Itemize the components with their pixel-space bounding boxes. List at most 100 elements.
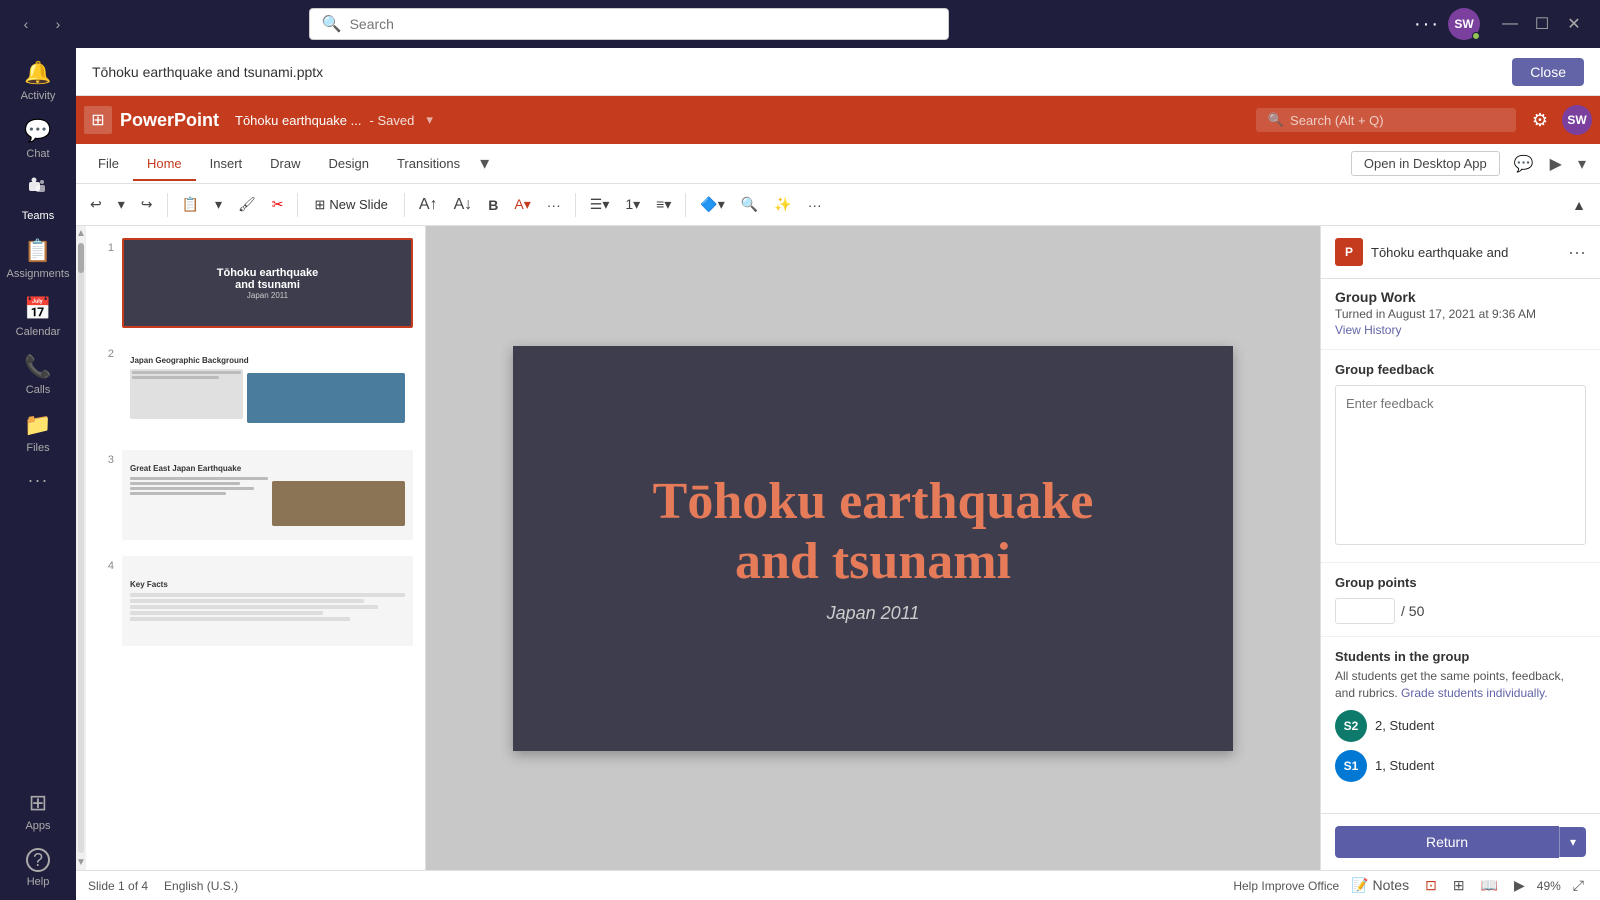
rp-grade-individually-link[interactable]: Grade students individually. <box>1401 686 1548 700</box>
maximize-button[interactable]: ☐ <box>1528 10 1556 38</box>
notes-icon: 📝 <box>1351 877 1368 893</box>
shape-fill-button[interactable]: 🔷▾ <box>694 192 730 217</box>
copy-button[interactable]: 📋 <box>176 192 205 217</box>
more-tabs-button[interactable]: ▾ <box>1572 150 1592 178</box>
global-search-input[interactable] <box>350 16 936 32</box>
slide-sorter-button[interactable]: ⊞ <box>1449 875 1469 896</box>
find-button[interactable]: 🔍 <box>735 192 764 217</box>
close-button[interactable]: Close <box>1512 58 1584 86</box>
sidebar-item-calendar[interactable]: 📅 Calendar <box>2 288 74 346</box>
ppt-saved-dropdown[interactable]: ▾ <box>426 112 433 128</box>
rp-points-input[interactable] <box>1335 598 1395 624</box>
sidebar-item-files[interactable]: 📁 Files <box>2 404 74 462</box>
bullets-button[interactable]: ☰▾ <box>584 192 616 217</box>
ppt-grid-button[interactable]: ⊞ <box>84 106 112 134</box>
more-options-button[interactable]: ··· <box>1414 13 1440 36</box>
close-window-button[interactable]: ✕ <box>1560 10 1588 38</box>
open-desktop-button[interactable]: Open in Desktop App <box>1351 151 1500 176</box>
student-avatar-s2: S2 <box>1335 710 1367 742</box>
sidebar-item-chat[interactable]: 💬 Chat <box>2 110 74 168</box>
rp-points-denom: / 50 <box>1401 603 1424 619</box>
toolbar-separator-4 <box>575 193 576 217</box>
smart-lookup-button[interactable]: ✨ <box>768 192 797 217</box>
scroll-thumb <box>78 243 84 273</box>
sidebar-item-more[interactable]: ··· <box>2 462 74 499</box>
format-more-button[interactable]: ··· <box>541 193 567 217</box>
ppt-search-input[interactable] <box>1290 113 1490 128</box>
undo-button[interactable]: ↩ <box>84 192 108 217</box>
sidebar-item-activity[interactable]: 🔔 Activity <box>2 52 74 110</box>
slide-info: Slide 1 of 4 <box>88 879 148 893</box>
calendar-icon: 📅 <box>24 296 51 322</box>
rp-feedback-input[interactable] <box>1335 385 1586 545</box>
slide-img-2[interactable]: Japan Geographic Background <box>122 344 413 434</box>
tab-home[interactable]: Home <box>133 148 196 181</box>
fit-slide-button[interactable]: ⤢ <box>1569 875 1588 896</box>
font-size-increase-button[interactable]: A↑ <box>413 192 444 218</box>
rp-students-desc: All students get the same points, feedba… <box>1335 668 1586 702</box>
user-avatar[interactable]: SW <box>1448 8 1480 40</box>
sidebar-item-teams[interactable]: Teams <box>2 168 74 230</box>
slide-thumb-2[interactable]: 2 Japan Geographic Background <box>94 340 417 438</box>
align-button[interactable]: ≡▾ <box>650 192 677 217</box>
normal-view-button[interactable]: ⊡ <box>1421 875 1441 896</box>
collapse-toolbar-button[interactable]: ▲ <box>1566 193 1592 217</box>
rp-return-bar: Return ▾ <box>1321 813 1600 870</box>
numbering-button[interactable]: 1▾ <box>619 192 646 217</box>
slideshow-button[interactable]: ▶ <box>1510 875 1529 896</box>
ppt-wrapper: ⊞ PowerPoint Tōhoku earthquake ... - Sav… <box>76 96 1600 900</box>
ppt-user-avatar[interactable]: SW <box>1562 105 1592 135</box>
main-slide-title-part2: and tsunami <box>735 533 1011 590</box>
language-label: English (U.S.) <box>164 879 238 893</box>
format-painter-button[interactable]: 🖌 <box>232 192 262 217</box>
slide-img-4[interactable]: Key Facts <box>122 556 413 646</box>
scroll-down-button[interactable]: ▼ <box>76 857 86 868</box>
slide-thumb-1[interactable]: 1 Tōhoku earthquakeand tsunami Japan 201… <box>94 234 417 332</box>
slide1-title: Tōhoku earthquakeand tsunami <box>217 267 318 291</box>
slide-thumb-4[interactable]: 4 Key Facts <box>94 552 417 650</box>
redo-button[interactable]: ↪ <box>135 192 159 217</box>
undo-more-button[interactable]: ▾ <box>112 192 131 217</box>
slide-img-3[interactable]: Great East Japan Earthquake <box>122 450 413 540</box>
scroll-track[interactable] <box>78 243 84 853</box>
bold-button[interactable]: B <box>482 193 504 217</box>
tab-file[interactable]: File <box>84 148 133 181</box>
tab-insert[interactable]: Insert <box>196 148 257 181</box>
tabs-more-chevron[interactable]: ▾ <box>474 149 495 178</box>
nav-forward-button[interactable]: › <box>44 10 72 38</box>
comment-icon-button[interactable]: 💬 <box>1508 150 1540 178</box>
reading-view-button[interactable]: 📖 <box>1477 875 1502 896</box>
tab-draw[interactable]: Draw <box>256 148 314 181</box>
tab-transitions[interactable]: Transitions <box>383 148 474 181</box>
copy-more-button[interactable]: ▾ <box>209 192 228 217</box>
slide2-map <box>247 373 405 423</box>
ppt-gear-icon[interactable]: ⚙ <box>1532 110 1548 131</box>
tab-design[interactable]: Design <box>315 148 383 181</box>
return-button[interactable]: Return <box>1335 826 1559 858</box>
sidebar-item-help[interactable]: ? Help <box>2 840 74 896</box>
nav-back-button[interactable]: ‹ <box>12 10 40 38</box>
ppt-file-name: Tōhoku earthquake ... <box>235 113 361 128</box>
rp-points-row: / 50 <box>1335 598 1586 624</box>
rp-view-history-link[interactable]: View History <box>1335 323 1401 337</box>
new-slide-button[interactable]: ⊞ New Slide <box>306 193 395 217</box>
font-color-button[interactable]: A▾ <box>508 192 536 217</box>
file-title: Tōhoku earthquake and tsunami.pptx <box>92 64 1500 80</box>
new-slide-label: New Slide <box>329 197 388 212</box>
present-icon-button[interactable]: ▶ <box>1544 150 1568 178</box>
sidebar-item-assignments[interactable]: 📋 Assignments <box>2 230 74 288</box>
more-toolbar-button[interactable]: ··· <box>802 193 828 217</box>
notes-button[interactable]: 📝 Notes <box>1347 875 1413 896</box>
scroll-up-button[interactable]: ▲ <box>76 228 86 239</box>
font-size-decrease-button[interactable]: A↓ <box>448 192 479 218</box>
cut-button[interactable]: ✂ <box>266 192 290 217</box>
return-chevron-button[interactable]: ▾ <box>1559 827 1586 857</box>
search-icon: 🔍 <box>322 14 342 34</box>
rp-feedback-section: Group feedback <box>1321 350 1600 563</box>
minimize-button[interactable]: — <box>1496 10 1524 38</box>
rp-more-button[interactable]: ··· <box>1568 242 1586 263</box>
sidebar-item-calls[interactable]: 📞 Calls <box>2 346 74 404</box>
slide-img-1[interactable]: Tōhoku earthquakeand tsunami Japan 2011 <box>122 238 413 328</box>
sidebar-item-apps[interactable]: ⊞ Apps <box>2 782 74 840</box>
slide-thumb-3[interactable]: 3 Great East Japan Earthquake <box>94 446 417 544</box>
